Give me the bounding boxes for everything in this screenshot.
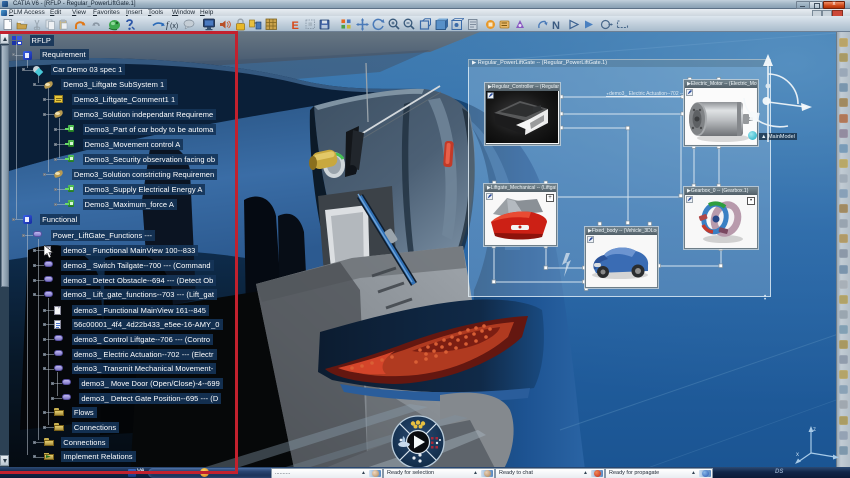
svg-text:x: x [796,452,799,458]
svg-text:E: E [292,20,299,31]
svg-text:(x): (x) [170,23,178,30]
svg-text:z: z [813,427,816,433]
svg-text:N: N [552,20,560,31]
